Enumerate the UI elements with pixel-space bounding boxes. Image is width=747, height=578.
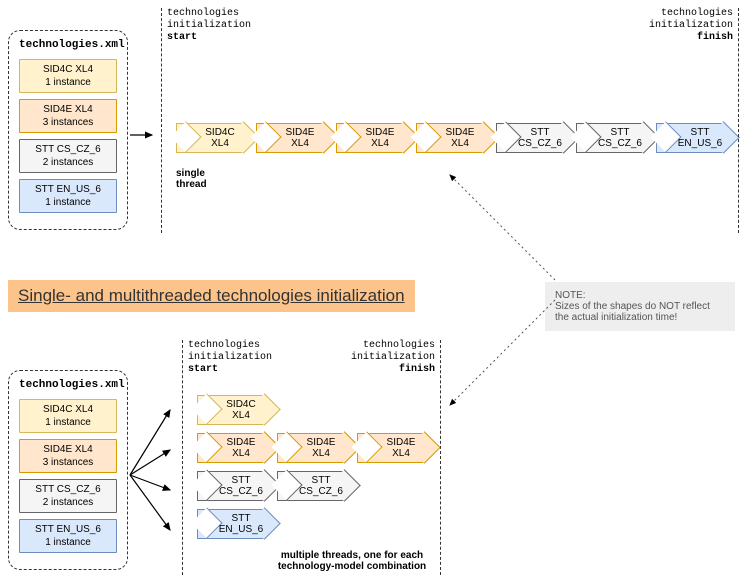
init-step: SID4EXL4	[336, 123, 414, 153]
init-step: SID4CXL4	[176, 123, 254, 153]
xml-box-bottom: technologies.xml SID4C XL41 instance SID4…	[8, 370, 128, 570]
init-step: SID4EXL4	[197, 433, 275, 463]
init-step: SID4CXL4	[197, 395, 275, 425]
init-step: STTCS_CZ_6	[576, 123, 654, 153]
init-step: STTCS_CZ_6	[277, 471, 355, 501]
arrow-xml-to-timeline-top	[128, 125, 158, 145]
single-thread-caption: single thread	[176, 168, 207, 190]
init-step: SID4EXL4	[277, 433, 355, 463]
tech-item: SID4C XL41 instance	[19, 59, 117, 93]
tech-item: SID4C XL41 instance	[19, 399, 117, 433]
phase-finish-label-top: technologies initialization finish	[643, 8, 733, 44]
phase-finish-label-bottom: technologies initialization finish	[345, 340, 435, 376]
phase-start-label-top: technologies initialization start	[167, 8, 251, 44]
tech-item: STT CS_CZ_62 instances	[19, 139, 117, 173]
init-step: STTCS_CZ_6	[496, 123, 574, 153]
multi-thread-caption: multiple threads, one for each technolog…	[262, 550, 442, 572]
xml-box-top: technologies.xml SID4C XL41 instance SID4…	[8, 30, 128, 230]
tech-item: STT CS_CZ_62 instances	[19, 479, 117, 513]
vline-finish-bottom	[440, 340, 441, 575]
xml-filename: technologies.xml	[19, 39, 117, 51]
tech-item: SID4E XL43 instances	[19, 99, 117, 133]
tech-item: SID4E XL43 instances	[19, 439, 117, 473]
vline-finish-top	[738, 8, 739, 233]
vline-start-bottom	[182, 340, 183, 575]
tech-item: STT EN_US_61 instance	[19, 519, 117, 553]
xml-filename: technologies.xml	[19, 379, 117, 391]
init-step: SID4EXL4	[416, 123, 494, 153]
note-box: NOTE: Sizes of the shapes do NOT reflect…	[545, 282, 735, 331]
init-step: STTCS_CZ_6	[197, 471, 275, 501]
init-step: STTEN_US_6	[197, 509, 275, 539]
note-title: NOTE:	[555, 290, 725, 301]
note-body: Sizes of the shapes do NOT reflect the a…	[555, 301, 725, 323]
tech-item: STT EN_US_61 instance	[19, 179, 117, 213]
init-step: SID4EXL4	[256, 123, 334, 153]
vline-start-top	[161, 8, 162, 233]
phase-start-label-bottom: technologies initialization start	[188, 340, 272, 376]
title-banner: Single- and multithreaded technologies i…	[8, 280, 415, 312]
init-step: SID4EXL4	[357, 433, 435, 463]
init-step: STTEN_US_6	[656, 123, 734, 153]
arrow-fanout	[128, 395, 178, 555]
